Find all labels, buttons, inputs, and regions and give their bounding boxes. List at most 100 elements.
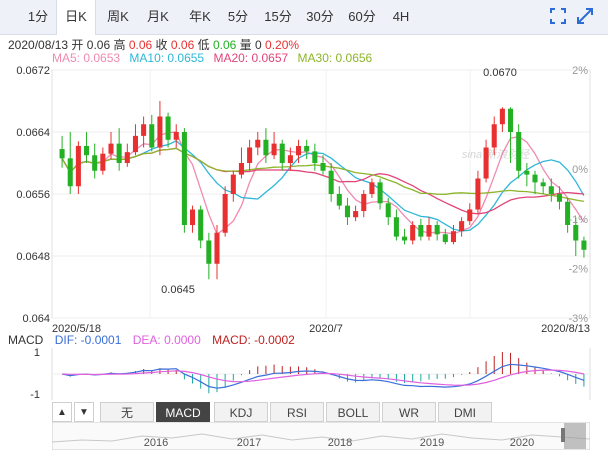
info-date: 2020/08/13 (8, 38, 69, 52)
macd-value: MACD: -0.0002 (212, 333, 295, 347)
indicator-6[interactable]: DMI (438, 402, 492, 422)
candle-8 (124, 152, 130, 163)
candle-14 (173, 132, 179, 140)
candle-30 (304, 145, 310, 152)
navigator-handle-left[interactable] (561, 428, 565, 442)
tab-8[interactable]: 60分 (342, 0, 382, 34)
candle-19 (214, 232, 220, 264)
tab-2[interactable]: 周K (100, 0, 136, 34)
tab-1[interactable]: 日K (56, 0, 96, 35)
candle-24 (255, 139, 261, 148)
indicator-2[interactable]: KDJ (214, 402, 268, 422)
ma10-label: MA10: 0.0655 (129, 51, 205, 65)
ma20-label: MA20: 0.0657 (213, 51, 289, 65)
change-value: 0.20% (265, 38, 300, 52)
indicator-5[interactable]: WR (382, 402, 436, 422)
candle-2 (75, 145, 81, 187)
time-navigator[interactable]: 2016 2017 2018 2019 2020 (52, 422, 590, 450)
low-value: 0.06 (212, 38, 237, 52)
nav-year-2019: 2019 (420, 437, 444, 449)
vol-value: 0 (255, 38, 262, 52)
scroll-down-button[interactable]: ▼ (74, 402, 94, 422)
candle-59 (540, 182, 546, 187)
candle-27 (279, 143, 285, 163)
candle-57 (524, 170, 530, 175)
candle-43 (410, 225, 416, 241)
close-label: 收 (155, 38, 168, 52)
candle-48 (450, 231, 456, 243)
candle-0 (59, 149, 65, 159)
candle-50 (467, 209, 473, 222)
tab-5[interactable]: 5分 (222, 0, 254, 34)
candle-6 (108, 143, 114, 154)
high-value: 0.06 (128, 38, 153, 52)
period-tabs-bar: 1分 日K 周K 月K 年K 5分 15分 30分 60分 4H (0, 0, 608, 35)
candle-12 (157, 116, 163, 148)
candle-56 (516, 132, 522, 171)
indicator-1[interactable]: MACD (156, 402, 210, 422)
indicator-3[interactable]: RSI (270, 402, 324, 422)
candle-10 (141, 124, 147, 136)
candle-29 (296, 145, 302, 156)
candle-4 (92, 155, 98, 171)
fullscreen-icon[interactable] (548, 6, 568, 26)
candle-3 (84, 145, 90, 156)
candle-25 (263, 139, 269, 156)
macd-axis-bottom: -1 (30, 389, 40, 400)
candle-63 (573, 225, 579, 241)
scroll-up-button[interactable]: ▲ (52, 402, 72, 422)
price-tick-2: 0.0656 (16, 189, 50, 201)
tab-3[interactable]: 月K (140, 0, 176, 34)
candle-53 (491, 124, 497, 148)
candle-23 (247, 147, 253, 163)
indicator-0[interactable]: 无 (100, 402, 154, 422)
pct-tick-0: 2% (572, 65, 588, 77)
tab-9[interactable]: 4H (386, 0, 416, 34)
tab-0[interactable]: 1分 (22, 0, 54, 34)
candle-35 (344, 205, 350, 218)
macd-name: MACD (8, 333, 44, 347)
candle-20 (222, 194, 228, 233)
candle-44 (418, 225, 424, 237)
candle-1 (67, 158, 73, 187)
nav-year-2016: 2016 (144, 437, 168, 449)
nav-year-2020: 2020 (510, 437, 534, 449)
candle-58 (532, 174, 538, 183)
tab-6[interactable]: 15分 (258, 0, 298, 34)
candle-45 (426, 225, 432, 237)
candlestick-chart[interactable]: sina 新浪财经 0.06720.06640.06560.06480.0642… (0, 64, 608, 334)
candle-61 (556, 194, 562, 202)
tab-7[interactable]: 30分 (300, 0, 340, 34)
navigator-handle[interactable] (564, 423, 586, 449)
open-label: 开 (71, 38, 84, 52)
price-tick-1: 0.0664 (16, 127, 50, 139)
nav-year-2017: 2017 (237, 437, 261, 449)
candle-28 (287, 155, 293, 163)
indicator-4[interactable]: BOLL (326, 402, 380, 422)
low-annotation: 0.0645 (161, 284, 195, 296)
tab-4[interactable]: 年K (182, 0, 218, 34)
candle-32 (320, 163, 326, 171)
expand-icon[interactable] (575, 6, 595, 26)
price-tick-0: 0.0672 (16, 65, 50, 77)
candle-13 (165, 116, 171, 140)
ma5-line (61, 131, 585, 236)
candle-41 (393, 217, 399, 237)
candle-22 (238, 163, 244, 175)
candle-39 (377, 182, 383, 204)
macd-legend: MACD DIF: -0.0001 DEA: 0.0000 MACD: -0.0… (8, 333, 303, 347)
candle-34 (336, 194, 342, 206)
ma-legend: MA5: 0.0653 MA10: 0.0655 MA20: 0.0657 MA… (52, 51, 378, 65)
candle-18 (206, 240, 212, 264)
candle-54 (499, 108, 505, 125)
price-tick-4: 0.064 (22, 313, 50, 325)
candle-5 (100, 153, 106, 171)
candle-37 (361, 194, 367, 212)
candle-26 (271, 143, 277, 156)
candle-60 (548, 186, 554, 194)
macd-axis-top: 1 (34, 348, 40, 359)
macd-chart[interactable]: 1 -1 (0, 348, 608, 400)
ma5-label: MA5: 0.0653 (52, 51, 121, 65)
date-label-mid: 2020/7 (309, 323, 343, 334)
close-value: 0.06 (170, 38, 195, 52)
